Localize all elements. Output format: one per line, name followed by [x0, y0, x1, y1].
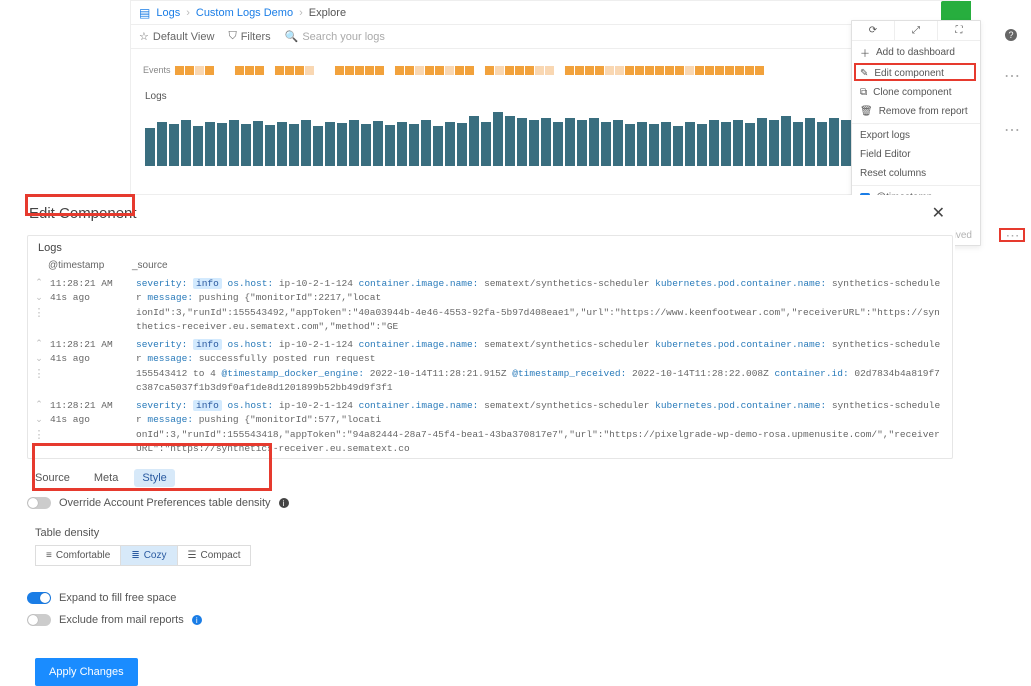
menu-reset-columns[interactable]: Reset columns	[852, 164, 980, 183]
toggle-expand-fill[interactable]	[27, 592, 51, 604]
close-icon[interactable]: ✕	[932, 203, 945, 223]
edit-component-modal: Edit Component ✕ Logs @timestamp _source…	[25, 195, 955, 686]
cell-source: severity: info os.host: ip-10-2-1-124 co…	[136, 399, 942, 456]
breadcrumb-current: Explore	[309, 7, 346, 19]
cell-timestamp: 11:28:21 AM41s ago	[50, 399, 130, 456]
tab-style[interactable]: Style	[134, 469, 174, 487]
default-view-button[interactable]: ☆Default View	[139, 30, 214, 43]
breadcrumb-app[interactable]: Custom Logs Demo	[196, 7, 293, 19]
fullscreen-button[interactable]: ⛶	[938, 21, 980, 40]
info-icon[interactable]: i	[279, 498, 289, 508]
expand-row-icon[interactable]: ⌃⌄⋮	[34, 277, 44, 334]
tab-meta[interactable]: Meta	[86, 469, 126, 487]
density-segmented: ≡Comfortable ≣Cozy ☰Compact	[35, 545, 955, 566]
logs-chart-label: Logs	[145, 91, 945, 102]
cell-source: severity: info os.host: ip-10-2-1-124 co…	[136, 277, 942, 334]
events-histogram	[175, 66, 947, 75]
breadcrumb-logs[interactable]: Logs	[156, 7, 180, 19]
breadcrumb: ▤ Logs › Custom Logs Demo › Explore	[131, 1, 959, 25]
plus-icon: ＋	[860, 45, 870, 60]
exclude-mail-label: Exclude from mail reports	[59, 614, 184, 626]
menu-add-dashboard[interactable]: ＋Add to dashboard	[852, 41, 980, 64]
override-label: Override Account Preferences table densi…	[59, 497, 271, 509]
pencil-icon: ✎	[860, 68, 868, 79]
menu-clone[interactable]: ⧉Clone component	[852, 83, 980, 102]
density-cozy-icon: ≣	[131, 550, 139, 561]
refresh-icon: ⟳	[869, 25, 877, 36]
log-row[interactable]: ⌃⌄⋮ 11:28:21 AM41s agoseverity: info os.h…	[28, 336, 952, 397]
filter-icon: ⛉	[228, 30, 236, 43]
refresh-button[interactable]: ⟳	[852, 21, 895, 40]
density-cozy[interactable]: ≣Cozy	[121, 545, 177, 566]
fullscreen-icon: ⛶	[956, 25, 963, 36]
star-icon: ☆	[139, 30, 149, 43]
cell-source: severity: info os.host: ip-10-2-1-124 co…	[136, 338, 942, 395]
menu-export-logs[interactable]: Export logs	[852, 126, 980, 145]
document-icon: ▤	[139, 6, 150, 20]
expand-icon: ⤢	[912, 25, 920, 36]
log-row[interactable]: ⌃⌄⋮ 11:28:21 AM41s agoseverity: info os.h…	[28, 397, 952, 458]
modal-title: Edit Component	[29, 205, 137, 222]
toolbar: ☆Default View ⛉Filters 🔍Search your logs	[131, 25, 959, 49]
search-icon: 🔍	[285, 30, 299, 43]
expand-fill-label: Expand to fill free space	[59, 592, 176, 604]
events-label: Events	[143, 65, 173, 75]
column-header-source[interactable]: _source	[132, 260, 168, 271]
log-row[interactable]: ⌃⌄⋮ 11:28:21 AM41s agoseverity: info os.h…	[28, 275, 952, 336]
expand-row-icon[interactable]: ⌃⌄⋮	[34, 338, 44, 395]
logs-preview-panel: Logs @timestamp _source ⌃⌄⋮ 11:28:21 AM41…	[27, 235, 953, 459]
density-comfortable-icon: ≡	[46, 550, 52, 561]
toggle-override-density[interactable]	[27, 497, 51, 509]
column-header-timestamp[interactable]: @timestamp	[48, 260, 114, 271]
logs-bar-chart	[145, 106, 945, 166]
menu-edit-component[interactable]: ✎Edit component	[852, 64, 980, 83]
copy-icon: ⧉	[860, 87, 867, 98]
density-compact-icon: ☰	[188, 550, 197, 561]
menu-remove[interactable]: 🗑Remove from report	[852, 102, 980, 121]
help-icon[interactable]: ?	[1005, 29, 1017, 41]
filters-button[interactable]: ⛉Filters	[228, 30, 270, 43]
trash-icon: 🗑	[860, 106, 873, 117]
cell-timestamp: 11:28:21 AM41s ago	[50, 277, 130, 334]
expand-row-icon[interactable]: ⌃⌄⋮	[34, 399, 44, 456]
tab-source[interactable]: Source	[27, 469, 78, 487]
expand-vert-button[interactable]: ⤢	[895, 21, 938, 40]
apply-changes-button[interactable]: Apply Changes	[35, 658, 138, 686]
editor-tabs: Source Meta Style	[27, 469, 955, 487]
info-icon[interactable]: i	[192, 615, 202, 625]
overflow-icon[interactable]: ⋯	[1004, 120, 1019, 140]
cell-timestamp: 11:28:21 AM41s ago	[50, 338, 130, 395]
density-comfortable[interactable]: ≡Comfortable	[35, 545, 121, 566]
panel-title: Logs	[28, 236, 952, 260]
table-density-label: Table density	[35, 527, 955, 539]
menu-field-editor[interactable]: Field Editor	[852, 145, 980, 164]
overflow-icon[interactable]: ⋯	[1004, 66, 1019, 86]
toggle-exclude-mail[interactable]	[27, 614, 51, 626]
overflow-highlighted[interactable]: ⋯	[999, 228, 1025, 242]
density-compact[interactable]: ☰Compact	[178, 545, 252, 566]
report-background: ▤ Logs › Custom Logs Demo › Explore ☆Def…	[130, 0, 960, 195]
